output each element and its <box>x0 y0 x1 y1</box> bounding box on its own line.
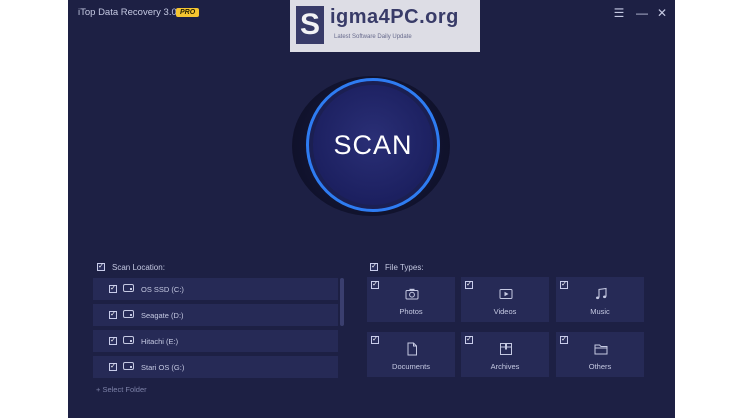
file-types-checkbox[interactable]: ✓ <box>370 263 378 271</box>
scan-button[interactable]: SCAN <box>313 85 433 205</box>
pro-badge: PRO <box>176 8 200 17</box>
file-type-checkbox[interactable]: ✓ <box>371 281 379 289</box>
file-type-photos[interactable]: ✓ Photos <box>367 277 455 322</box>
file-type-checkbox[interactable]: ✓ <box>465 336 473 344</box>
location-label: Stari OS (G:) <box>141 363 185 372</box>
scan-location-list: ✓ OS SSD (C:) ✓ Seagate (D:) ✓ Hitachi (… <box>93 278 346 380</box>
file-type-music[interactable]: ✓ Music <box>556 277 644 322</box>
location-label: Seagate (D:) <box>141 311 184 320</box>
scan-location-label: Scan Location: <box>112 263 165 272</box>
video-icon <box>499 289 513 299</box>
watermark-subtitle: Latest Software Daily Update <box>334 34 412 40</box>
file-type-checkbox[interactable]: ✓ <box>560 336 568 344</box>
minimize-button[interactable]: — <box>634 5 650 21</box>
location-checkbox[interactable]: ✓ <box>109 285 117 293</box>
file-type-checkbox[interactable]: ✓ <box>371 336 379 344</box>
location-checkbox[interactable]: ✓ <box>109 337 117 345</box>
file-type-checkbox[interactable]: ✓ <box>465 281 473 289</box>
select-folder-link[interactable]: + Select Folder <box>96 385 147 394</box>
watermark-logo-letter: S <box>296 6 324 44</box>
file-type-label: Archives <box>490 362 520 371</box>
file-type-label: Videos <box>493 307 517 316</box>
drive-icon <box>123 336 134 344</box>
location-label: Hitachi (E:) <box>141 337 179 346</box>
location-checkbox[interactable]: ✓ <box>109 363 117 371</box>
folder-icon <box>594 344 608 355</box>
archive-icon <box>500 343 512 355</box>
file-types-label: File Types: <box>385 263 424 272</box>
file-type-label: Others <box>588 362 612 371</box>
watermark: S igma4PC.org Latest Software Daily Upda… <box>290 0 480 52</box>
file-type-label: Photos <box>399 307 423 316</box>
music-note-icon <box>596 287 607 300</box>
location-label: OS SSD (C:) <box>141 285 184 294</box>
drive-icon <box>123 310 134 318</box>
close-button[interactable]: ✕ <box>654 5 670 21</box>
system-drive-icon <box>123 284 134 292</box>
file-type-archives[interactable]: ✓ Archives <box>461 332 549 377</box>
watermark-text: igma4PC.org <box>330 6 459 28</box>
file-type-videos[interactable]: ✓ Videos <box>461 277 549 322</box>
location-item-g[interactable]: ✓ Stari OS (G:) <box>93 356 338 378</box>
file-type-others[interactable]: ✓ Others <box>556 332 644 377</box>
location-item-d[interactable]: ✓ Seagate (D:) <box>93 304 338 326</box>
location-checkbox[interactable]: ✓ <box>109 311 117 319</box>
location-item-e[interactable]: ✓ Hitachi (E:) <box>93 330 338 352</box>
file-type-label: Music <box>590 307 610 316</box>
file-type-checkbox[interactable]: ✓ <box>560 281 568 289</box>
app-title: iTop Data Recovery 3.0 <box>78 7 177 18</box>
file-type-label: Documents <box>392 362 430 371</box>
file-type-documents[interactable]: ✓ Documents <box>367 332 455 377</box>
document-icon <box>407 342 417 356</box>
menu-button[interactable]: ☰ <box>611 5 627 21</box>
location-item-c[interactable]: ✓ OS SSD (C:) <box>93 278 338 300</box>
drive-icon <box>123 362 134 370</box>
location-scrollbar[interactable] <box>340 278 344 326</box>
app-window: iTop Data Recovery 3.0 PRO ☰ — ✕ S igma4… <box>68 0 675 418</box>
camera-icon <box>405 288 419 300</box>
scan-location-checkbox[interactable]: ✓ <box>97 263 105 271</box>
